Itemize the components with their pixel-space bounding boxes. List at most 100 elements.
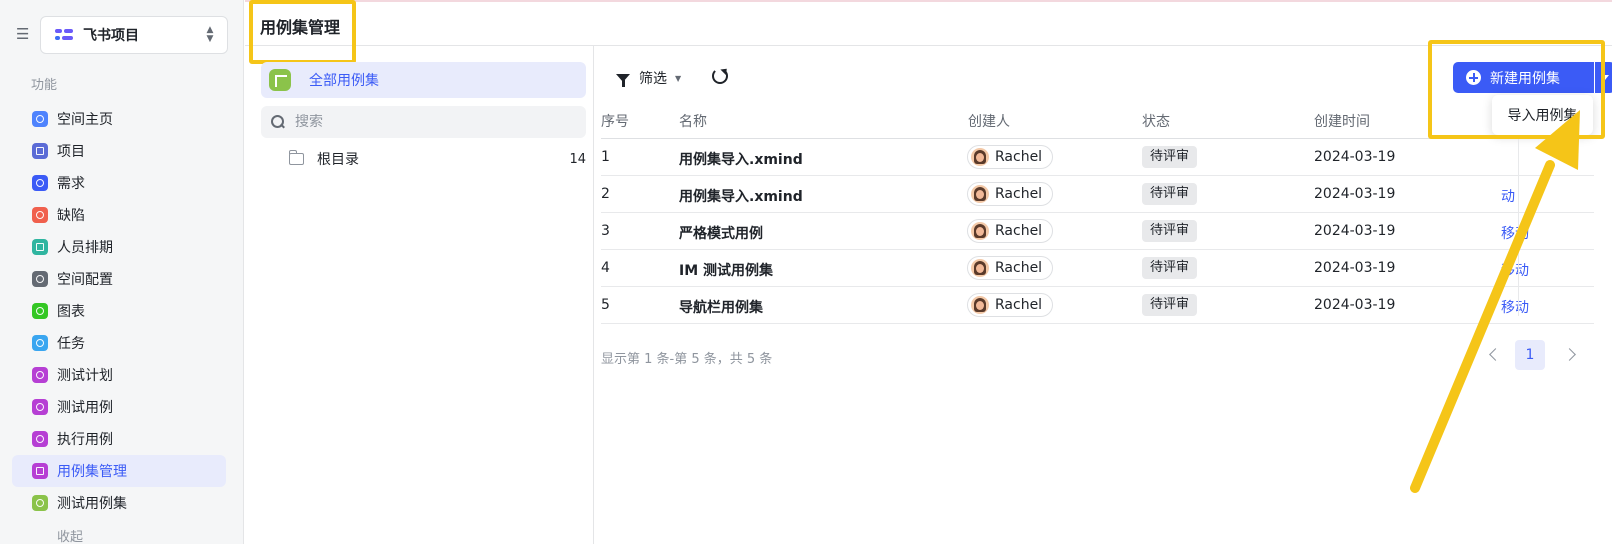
move-button[interactable]: 移动 (1501, 223, 1529, 243)
status-badge: 待评审 (1142, 294, 1198, 316)
table-body: 1 用例集导入.xmind Rachel 待评审 2024-03-19 2 用例集导入.xm… (601, 139, 1594, 324)
sidebar: ☰ 飞书项目 ▲ ▼ 功能 空间主页项目 需求缺陷人员排期空间配置图表任务测试计划测… (0, 0, 244, 544)
sidebar-item-label: 图表 (57, 304, 85, 320)
creator-name: Rachel (995, 223, 1043, 239)
avatar (971, 296, 989, 314)
chevron-updown-icon: ▲ ▼ (206, 25, 214, 44)
row-created: 2024-03-19 (1314, 260, 1396, 276)
row-index: 3 (601, 223, 610, 239)
sidebar-collapse-button[interactable]: 收起 (12, 519, 226, 544)
creator-name: Rachel (995, 297, 1043, 313)
tree-item-root-count: 14 (569, 151, 586, 167)
column-header-creator: 创建人 (968, 114, 1010, 130)
tree-item-all-label: 全部用例集 (309, 73, 379, 89)
caret-down-icon: ▼ (675, 73, 682, 83)
search-input[interactable] (295, 114, 555, 130)
sidebar-item[interactable]: 空间配置 (12, 263, 226, 295)
list-icon (32, 495, 48, 511)
tree-item-root-label: 根目录 (317, 152, 359, 168)
sidebar-collapse-icon[interactable]: ☰ (16, 26, 32, 42)
project-logo-icon (55, 28, 73, 42)
tree-search[interactable] (261, 106, 586, 138)
row-name[interactable]: 用例集导入.xmind (679, 186, 803, 206)
row-name[interactable]: 严格模式用例 (679, 223, 763, 243)
row-name[interactable]: IM 测试用例集 (679, 260, 773, 280)
tree-panel: 全部用例集 根目录 14 (245, 46, 594, 544)
column-header-name: 名称 (679, 114, 707, 130)
move-button[interactable]: 移动 (1501, 260, 1529, 280)
check-circle-icon (32, 175, 48, 191)
folder-icon (32, 143, 48, 159)
filter-button[interactable]: 筛选 ▼ (616, 68, 681, 88)
prev-page-icon[interactable] (1488, 348, 1498, 362)
table-row[interactable]: 5 导航栏用例集 Rachel 待评审 2024-03-19 移动 (601, 287, 1594, 324)
creator-chip: Rachel (967, 293, 1054, 317)
row-name[interactable]: 导航栏用例集 (679, 297, 763, 317)
sidebar-item-label: 测试用例 (57, 400, 113, 416)
row-index: 2 (601, 186, 610, 202)
sidebar-item[interactable]: 任务 (12, 327, 226, 359)
move-button[interactable]: 移动 (1501, 297, 1529, 317)
project-selector[interactable]: 飞书项目 ▲ ▼ (40, 16, 228, 54)
sidebar-item[interactable]: 图表 (12, 295, 226, 327)
column-header-index: 序号 (601, 114, 629, 130)
sidebar-item[interactable]: 测试用例 (12, 391, 226, 423)
page-button-current[interactable]: 1 (1515, 340, 1545, 370)
sidebar-item-label: 任务 (57, 336, 85, 352)
creator-chip: Rachel (967, 182, 1054, 206)
sidebar-item[interactable]: 测试用例集 (12, 487, 226, 519)
row-created: 2024-03-19 (1314, 223, 1396, 239)
column-header-status: 状态 (1142, 114, 1170, 130)
tree-item-all[interactable]: 全部用例集 (261, 62, 586, 98)
table-row[interactable]: 3 严格模式用例 Rachel 待评审 2024-03-19 移动 (601, 213, 1594, 250)
table-row[interactable]: 4 IM 测试用例集 Rachel 待评审 2024-03-19 移动 (601, 250, 1594, 287)
calendar-icon (32, 239, 48, 255)
row-name[interactable]: 用例集导入.xmind (679, 149, 803, 169)
row-created: 2024-03-19 (1314, 186, 1396, 202)
sidebar-item[interactable]: 测试计划 (12, 359, 226, 391)
move-button[interactable]: 动 (1501, 186, 1515, 206)
sidebar-item-label: 执行用例 (57, 432, 113, 448)
filter-label: 筛选 (639, 71, 667, 87)
sidebar-item[interactable]: 用例集管理 (12, 455, 226, 487)
creator-chip: Rachel (967, 219, 1054, 243)
table-row[interactable]: 1 用例集导入.xmind Rachel 待评审 2024-03-19 (601, 139, 1594, 176)
row-index: 4 (601, 260, 610, 276)
sidebar-item[interactable]: 缺陷 (12, 199, 226, 231)
status-badge: 待评审 (1142, 183, 1198, 205)
creator-name: Rachel (995, 260, 1043, 276)
sidebar-item-label: 缺陷 (57, 208, 85, 224)
info-icon (32, 111, 48, 127)
sidebar-item[interactable]: 需求 (12, 167, 226, 199)
page-header (245, 0, 1612, 46)
sidebar-item-label: 空间主页 (57, 112, 113, 128)
column-header-created: 创建时间 (1314, 114, 1370, 130)
refresh-icon[interactable] (712, 68, 728, 84)
tree-item-root[interactable]: 根目录 14 (288, 144, 586, 174)
table-row[interactable]: 2 用例集导入.xmind Rachel 待评审 2024-03-19 动 (601, 176, 1594, 213)
status-badge: 待评审 (1142, 257, 1198, 279)
section-label: 功能 (31, 78, 58, 93)
avatar (971, 259, 989, 277)
status-badge: 待评审 (1142, 220, 1198, 242)
alert-icon (32, 207, 48, 223)
creator-chip: Rachel (967, 256, 1054, 280)
sidebar-item[interactable]: 执行用例 (12, 423, 226, 455)
next-page-icon[interactable] (1566, 348, 1576, 362)
sidebar-item-label: 用例集管理 (57, 464, 127, 480)
sidebar-item-label: 空间配置 (57, 272, 113, 288)
bookmark-icon (32, 399, 48, 415)
sidebar-item[interactable]: 空间主页 (12, 103, 226, 135)
avatar (971, 185, 989, 203)
avatar (971, 222, 989, 240)
pagination-summary: 显示第 1 条-第 5 条，共 5 条 (601, 352, 773, 367)
avatar (971, 148, 989, 166)
sidebar-item-label: 人员排期 (57, 240, 113, 256)
sidebar-item[interactable]: 项目 (12, 135, 226, 167)
row-index: 5 (601, 297, 610, 313)
project-name: 飞书项目 (83, 28, 139, 44)
sidebar-item[interactable]: 人员排期 (12, 231, 226, 263)
folder-icon (32, 463, 48, 479)
creator-name: Rachel (995, 186, 1043, 202)
column-divider (1518, 136, 1519, 316)
